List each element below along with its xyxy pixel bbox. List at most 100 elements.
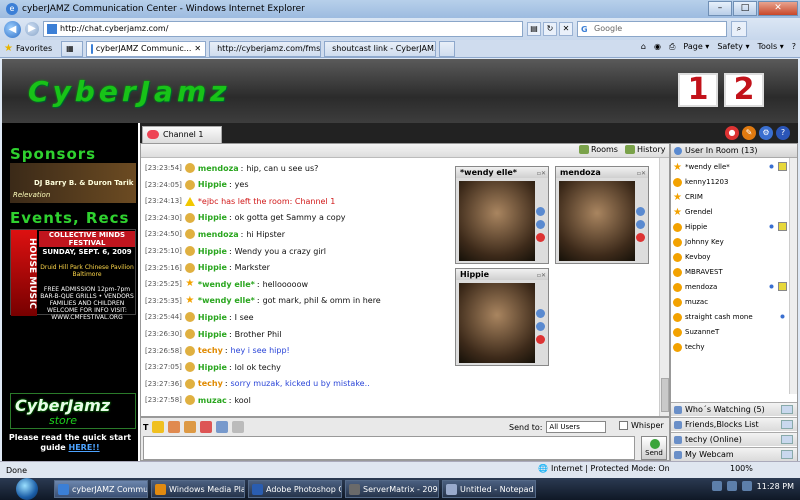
start-button[interactable]	[16, 478, 38, 500]
webcam-close-icon[interactable]: ▫✕	[637, 168, 646, 179]
snapshot-icon[interactable]	[536, 220, 545, 229]
my-status-section[interactable]: techy (Online)	[671, 432, 797, 446]
whos-watching-section[interactable]: Who´s Watching (5)	[671, 402, 797, 416]
close-button[interactable]: ✕	[758, 1, 798, 16]
user-list-item[interactable]: Hippie	[673, 220, 787, 234]
zoom-icon[interactable]	[536, 207, 545, 216]
message-author[interactable]: techy	[198, 379, 223, 388]
section-toggle-icon[interactable]	[781, 450, 793, 459]
help-icon[interactable]: ?	[776, 126, 790, 140]
user-list-item[interactable]: kenny11203	[673, 175, 787, 189]
webcam-icon[interactable]	[778, 162, 787, 171]
eye-icon[interactable]	[767, 282, 776, 291]
tab-channel-1[interactable]: Channel 1	[142, 126, 222, 143]
send-to-select[interactable]: All Users	[546, 421, 607, 433]
maximize-button[interactable]: □	[733, 1, 757, 16]
user-list-item[interactable]: straight cash mone	[673, 310, 787, 324]
user-list-item[interactable]: muzac	[673, 295, 787, 309]
message-author[interactable]: Hippie	[198, 247, 227, 256]
quick-tabs-button[interactable]: ▦	[61, 40, 84, 57]
webcam-window[interactable]: mendoza ▫✕	[555, 166, 649, 264]
tab-cyberjamz[interactable]: cyberJAMZ Communic... ✕	[86, 40, 207, 57]
zoom-level[interactable]: 100%	[730, 464, 753, 473]
rooms-button[interactable]: Rooms	[579, 145, 618, 154]
whisper-toggle[interactable]: Whisper	[619, 421, 664, 430]
safety-menu[interactable]: Safety ▾	[717, 42, 749, 52]
snapshot-icon[interactable]	[636, 220, 645, 229]
message-author[interactable]: techy	[198, 346, 223, 355]
webcam-icon[interactable]	[778, 282, 787, 291]
search-icon[interactable]: ⌕	[731, 21, 747, 37]
search-input[interactable]: G Google	[577, 21, 727, 37]
clear-icon[interactable]	[232, 421, 245, 433]
settings-icon[interactable]: ⚙	[759, 126, 773, 140]
eye-icon[interactable]	[767, 162, 776, 171]
message-author[interactable]: Hippie	[198, 363, 227, 372]
compatibility-icon[interactable]: ▤	[527, 22, 541, 36]
message-input[interactable]	[143, 436, 635, 460]
gift-icon[interactable]	[168, 421, 181, 433]
message-author[interactable]: Hippie	[198, 180, 227, 189]
page-menu[interactable]: Page ▾	[683, 42, 709, 52]
message-author[interactable]: muzac	[198, 396, 227, 405]
sponsor-ad[interactable]: DJ Barry B. & Duron Tarik Relevation	[10, 163, 136, 203]
zoom-icon[interactable]	[636, 207, 645, 216]
tools-menu[interactable]: Tools ▾	[757, 42, 783, 52]
zoom-icon[interactable]	[536, 309, 545, 318]
record-icon[interactable]	[536, 335, 545, 344]
event-ad[interactable]: HOUSE MUSIC COLLECTIVE MINDS FESTIVAL SU…	[10, 229, 136, 321]
message-author[interactable]: *wendy elle*	[198, 280, 255, 289]
refresh-icon[interactable]: ↻	[543, 22, 557, 36]
taskbar-item-notepad[interactable]: Untitled - Notepad	[442, 480, 536, 498]
user-list-item[interactable]: ★ CRIM	[673, 190, 787, 204]
record-icon[interactable]	[536, 233, 545, 242]
bluetooth-icon[interactable]	[711, 481, 722, 491]
taskbar-item-ie[interactable]: cyberJAMZ Commu...	[54, 480, 148, 498]
clock[interactable]: 11:28 PM	[757, 482, 794, 491]
tab-fms[interactable]: http://cyberjamz.com/fms...	[209, 40, 322, 57]
message-author[interactable]: Hippie	[198, 213, 227, 222]
feeds-icon[interactable]: ◉	[654, 42, 661, 52]
webcam-window[interactable]: Hippie ▫✕	[455, 268, 549, 366]
store-banner[interactable]: CyberJamz store	[10, 393, 136, 429]
taskbar-item-photoshop[interactable]: Adobe Photoshop C...	[248, 480, 342, 498]
history-button[interactable]: History	[625, 145, 665, 154]
webcam-window[interactable]: *wendy elle* ▫✕	[455, 166, 549, 264]
eye-icon[interactable]	[767, 222, 776, 231]
chat-scroll-thumb[interactable]	[661, 378, 669, 412]
help-icon[interactable]: ?	[792, 42, 796, 52]
site-logo[interactable]: CyberJamz	[28, 75, 230, 108]
chat-icon[interactable]: ●	[725, 126, 739, 140]
favorites-button[interactable]: ★ Favorites	[4, 43, 58, 54]
webcam-icon[interactable]	[778, 222, 787, 231]
user-list-item[interactable]: SuzanneT	[673, 325, 787, 339]
emoticon-icon[interactable]	[152, 421, 165, 433]
message-author[interactable]: Hippie	[198, 263, 227, 272]
message-author[interactable]: mendoza	[198, 230, 239, 239]
user-list-item[interactable]: ★ Grendel	[673, 205, 787, 219]
text-format-icon[interactable]: T	[143, 423, 148, 432]
message-author[interactable]: Hippie	[198, 313, 227, 322]
friends-blocks-section[interactable]: Friends,Blocks List	[671, 417, 797, 431]
attach-icon[interactable]	[216, 421, 229, 433]
user-list-item[interactable]: ★ *wendy elle*	[673, 160, 787, 174]
user-list-item[interactable]: techy	[673, 340, 787, 354]
network-icon[interactable]	[726, 481, 737, 491]
users-in-room-header[interactable]: User In Room (13)	[671, 144, 797, 158]
webcam-close-icon[interactable]: ▫✕	[537, 168, 546, 179]
whisper-checkbox[interactable]	[619, 421, 628, 430]
message-author[interactable]: *wendy elle*	[198, 296, 255, 305]
my-webcam-section[interactable]: My Webcam	[671, 447, 797, 461]
section-toggle-icon[interactable]	[781, 435, 793, 444]
user-list-item[interactable]: Kevboy	[673, 250, 787, 264]
back-button[interactable]: ◀	[4, 20, 21, 38]
taskbar-item-servermatrix[interactable]: ServerMatrix - 209.8...	[345, 480, 439, 498]
security-zone[interactable]: 🌐 Internet | Protected Mode: On	[538, 464, 670, 473]
tab-close-icon[interactable]: ✕	[194, 44, 201, 53]
send-button[interactable]: Send	[641, 436, 667, 460]
message-author[interactable]: Hippie	[198, 330, 227, 339]
taskbar-item-wmp[interactable]: Windows Media Pla...	[151, 480, 245, 498]
tools-icon[interactable]: ✎	[742, 126, 756, 140]
volume-icon[interactable]	[741, 481, 752, 491]
webcam-close-icon[interactable]: ▫✕	[537, 270, 546, 281]
